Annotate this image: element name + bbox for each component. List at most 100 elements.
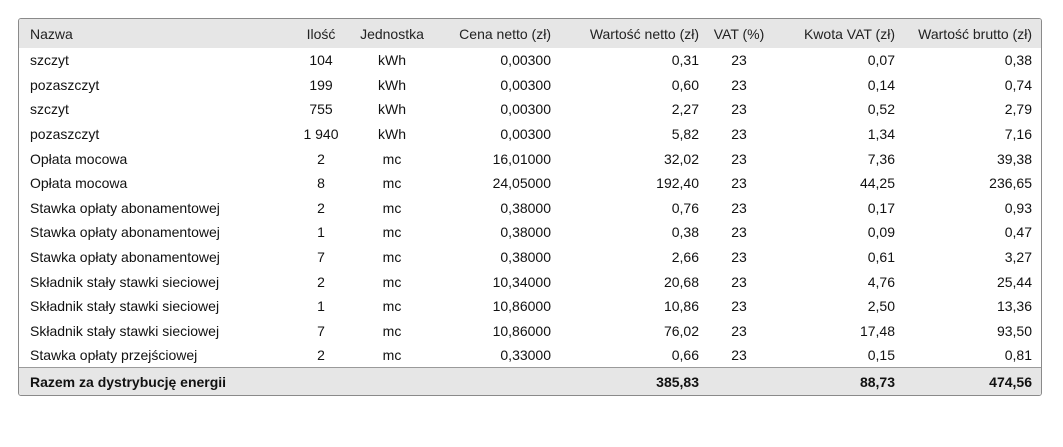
cell-name: szczyt: [30, 101, 69, 118]
cell-quantity: 199: [309, 76, 333, 93]
cell-quantity: 755: [309, 101, 333, 118]
cell-gross-value: 0,93: [1004, 199, 1032, 216]
cell-net-price: 0,00300: [500, 52, 551, 69]
column-header-vat-rate: VAT (%): [713, 25, 765, 42]
cell-quantity: 104: [309, 52, 333, 69]
cell-name: Stawka opłaty abonamentowej: [30, 199, 220, 216]
column-header-quantity: Ilość: [306, 25, 336, 42]
cell-unit: mc: [382, 249, 402, 266]
cell-name: Stawka opłaty abonamentowej: [30, 224, 220, 241]
cell-vat-rate: 23: [731, 322, 747, 339]
cell-name: pozaszczyt: [30, 126, 100, 143]
column-header-unit: Jednostka: [360, 25, 424, 42]
table-row: szczyt 755 kWh 0,00300 2,27 23 0,52 2,79: [19, 97, 1041, 122]
cell-gross-value: 3,27: [1004, 249, 1032, 266]
cell-gross-value: 25,44: [996, 273, 1032, 290]
cell-net-price: 10,86000: [492, 298, 551, 315]
cell-net-value: 32,02: [663, 150, 699, 167]
cell-net-price: 10,34000: [492, 273, 551, 290]
column-header-gross-value: Wartość brutto (zł): [918, 25, 1032, 42]
cell-vat-amount: 0,14: [867, 76, 895, 93]
cell-net-price: 16,01000: [492, 150, 551, 167]
cell-net-value: 2,27: [671, 101, 699, 118]
cell-vat-amount: 0,52: [867, 101, 895, 118]
cell-vat-rate: 23: [731, 101, 747, 118]
table-row: szczyt 104 kWh 0,00300 0,31 23 0,07 0,38: [19, 48, 1041, 73]
cell-net-value: 5,82: [671, 126, 699, 143]
cell-vat-amount: 44,25: [859, 175, 895, 192]
cell-unit: mc: [382, 175, 402, 192]
cell-quantity: 1: [317, 298, 325, 315]
cell-gross-value: 39,38: [996, 150, 1032, 167]
cell-gross-value: 2,79: [1004, 101, 1032, 118]
cell-name: pozaszczyt: [30, 76, 100, 93]
column-header-name: Nazwa: [30, 25, 73, 42]
cell-quantity: 1 940: [303, 126, 339, 143]
cell-net-price: 0,00300: [500, 101, 551, 118]
table-row: pozaszczyt 1 940 kWh 0,00300 5,82 23 1,34 7,16: [19, 122, 1041, 147]
table-header: Nazwa Ilość Jednostka Cena netto (zł) Wa…: [19, 19, 1041, 48]
cell-net-value: 10,86: [663, 298, 699, 315]
cell-vat-amount: 0,07: [867, 52, 895, 69]
cell-gross-value: 0,74: [1004, 76, 1032, 93]
cell-gross-value: 0,81: [1004, 347, 1032, 364]
cell-quantity: 1: [317, 224, 325, 241]
total-gross-value: 474,56: [901, 367, 1041, 395]
cell-vat-amount: 4,76: [867, 273, 895, 290]
table-row: Stawka opłaty abonamentowej 7 mc 0,38000 2,6…: [19, 245, 1041, 270]
column-header-net-value: Wartość netto (zł): [589, 25, 699, 42]
cell-net-price: 0,00300: [500, 76, 551, 93]
cell-net-value: 0,31: [671, 52, 699, 69]
cell-net-price: 0,33000: [500, 347, 551, 364]
table-row: Stawka opłaty abonamentowej 1 mc 0,38000 0,3…: [19, 220, 1041, 245]
distribution-charges-table: Nazwa Ilość Jednostka Cena netto (zł) Wa…: [19, 19, 1041, 395]
cell-unit: mc: [382, 150, 402, 167]
cell-net-value: 76,02: [663, 322, 699, 339]
cell-vat-amount: 7,36: [867, 150, 895, 167]
cell-vat-rate: 23: [731, 52, 747, 69]
table-row: Składnik stały stawki sieciowej 1 mc 10,860…: [19, 294, 1041, 319]
cell-unit: mc: [382, 322, 402, 339]
cell-vat-rate: 23: [731, 273, 747, 290]
cell-quantity: 2: [317, 273, 325, 290]
cell-unit: kWh: [378, 52, 406, 69]
column-header-net-price: Cena netto (zł): [459, 25, 551, 42]
cell-vat-amount: 1,34: [867, 126, 895, 143]
cell-vat-rate: 23: [731, 76, 747, 93]
cell-vat-rate: 23: [731, 298, 747, 315]
cell-net-value: 192,40: [656, 175, 699, 192]
cell-quantity: 7: [317, 249, 325, 266]
cell-net-value: 0,38: [671, 224, 699, 241]
table-row: Składnik stały stawki sieciowej 7 mc 10,860…: [19, 319, 1041, 344]
cell-vat-rate: 23: [731, 150, 747, 167]
cell-vat-amount: 0,09: [867, 224, 895, 241]
cell-quantity: 8: [317, 175, 325, 192]
cell-name: Opłata mocowa: [30, 150, 128, 167]
cell-vat-rate: 23: [731, 249, 747, 266]
header-row: Nazwa Ilość Jednostka Cena netto (zł) Wa…: [19, 19, 1041, 48]
cell-quantity: 2: [317, 199, 325, 216]
cell-gross-value: 236,65: [989, 175, 1032, 192]
cell-name: Stawka opłaty przejściowej: [30, 347, 198, 364]
total-label: Razem za dystrybucję energii: [19, 367, 557, 395]
cell-unit: kWh: [378, 126, 406, 143]
table-row: Stawka opłaty przejściowej 2 mc 0,33000 0,66…: [19, 343, 1041, 368]
cell-net-price: 0,38000: [500, 224, 551, 241]
total-row: Razem za dystrybucję energii 385,83 88,7…: [19, 367, 1041, 395]
cell-net-price: 10,86000: [492, 322, 551, 339]
table-body: szczyt 104 kWh 0,00300 0,31 23 0,07 0,38 pozaszc…: [19, 48, 1041, 368]
cell-vat-amount: 0,61: [867, 249, 895, 266]
cell-unit: mc: [382, 224, 402, 241]
cell-unit: mc: [382, 347, 402, 364]
cell-net-price: 0,00300: [500, 126, 551, 143]
cell-quantity: 2: [317, 347, 325, 364]
total-vat-amount: 88,73: [773, 367, 901, 395]
cell-gross-value: 0,38: [1004, 52, 1032, 69]
table-row: Opłata mocowa 8 mc 24,05000 192,40 23 44,25 236…: [19, 171, 1041, 196]
cell-net-value: 0,66: [671, 347, 699, 364]
cell-vat-rate: 23: [731, 347, 747, 364]
cell-quantity: 7: [317, 322, 325, 339]
table-row: pozaszczyt 199 kWh 0,00300 0,60 23 0,14 0,74: [19, 73, 1041, 98]
cell-unit: mc: [382, 199, 402, 216]
cell-vat-rate: 23: [731, 199, 747, 216]
